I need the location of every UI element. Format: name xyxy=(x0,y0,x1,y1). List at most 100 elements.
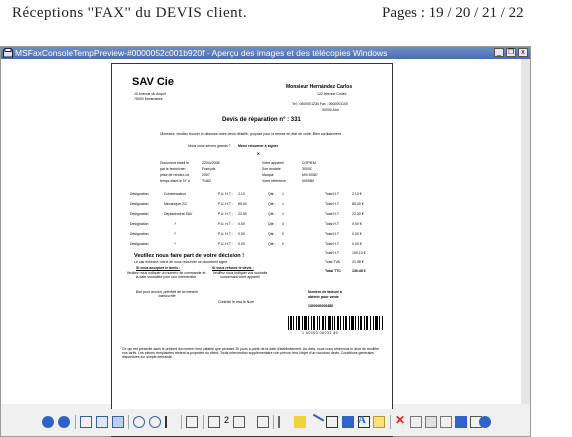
info-value: 22/04/2008 xyxy=(202,161,220,165)
restore-button[interactable]: ❐ xyxy=(506,48,516,57)
client-address: 122 Avenue Codex xyxy=(317,92,347,96)
window-title: MSFaxConsoleTempPreview-#0000052c001b920… xyxy=(15,48,388,58)
item-total-label: Total H.T xyxy=(325,232,340,236)
signature-note: Bon pour accord, précédé de la mention m… xyxy=(135,290,199,298)
page-title: Réceptions ''FAX'' du DEVIS client. xyxy=(12,5,248,21)
barcode xyxy=(288,316,383,330)
accept-label: Si vous acceptez le devis : xyxy=(136,266,181,270)
item-unit-price: 2.10 xyxy=(238,192,245,196)
item-qty: 0 xyxy=(282,232,284,236)
item-unit-label: P.U. H.T : xyxy=(218,212,233,216)
item-name: Déplacement SAV xyxy=(164,212,193,216)
info-label: par le technicien xyxy=(160,167,186,171)
item-qty-label: Qté : xyxy=(268,192,276,196)
fax-document: SAV Cie 10 Avenue du Acquit 75000 Montma… xyxy=(111,63,393,437)
filled-rectangle-icon[interactable] xyxy=(342,416,354,428)
next-page-icon[interactable] xyxy=(257,416,269,428)
item-qty: 1 xyxy=(282,212,284,216)
prev-page-icon[interactable] xyxy=(233,416,245,428)
pen-icon[interactable] xyxy=(278,416,290,428)
client-name: Monsieur Hernández Carlos xyxy=(286,84,353,90)
accept-text: Veuillez nous indiquer un numéro de comm… xyxy=(126,271,206,279)
client-city: 40000 Ahô xyxy=(322,108,339,112)
item-unit-price: 0.00 xyxy=(238,232,245,236)
zoom-in-icon[interactable] xyxy=(133,416,145,428)
info-value: COPIEM xyxy=(302,161,316,165)
item-designation: Désignation xyxy=(130,242,149,246)
tva-value: 21.38 € xyxy=(352,260,364,264)
copy-icon[interactable] xyxy=(410,416,422,428)
item-unit-price: 0.00 xyxy=(238,222,245,226)
image-canvas: SAV Cie 10 Avenue du Acquit 75000 Montma… xyxy=(1,59,530,437)
info-value: 0000B0 xyxy=(302,179,315,183)
vertical-scrollbar[interactable] xyxy=(521,59,530,404)
page-edit-icon[interactable] xyxy=(440,416,452,428)
viewer-toolbar: 2 A ✕ xyxy=(1,409,530,436)
actual-size-icon[interactable] xyxy=(96,416,108,428)
item-qty-label: Qté : xyxy=(268,212,276,216)
decision-subtitle: Le cas échéant, merci de nous retourner … xyxy=(134,260,228,264)
toolbar-separator xyxy=(203,415,204,429)
item-unit-label: P.U. H.T : xyxy=(218,242,233,246)
item-name: ? xyxy=(174,232,176,236)
item-unit-price: 22.00 xyxy=(238,212,247,216)
minimize-button[interactable]: _ xyxy=(494,48,504,57)
total-ht: 109.10 € xyxy=(352,251,366,255)
prev-image-icon[interactable] xyxy=(42,416,54,428)
item-designation: Désignation xyxy=(130,212,149,216)
item-unit-price: 0.00 xyxy=(238,242,245,246)
line-icon[interactable] xyxy=(307,413,325,431)
quote-intro: Monsieur, veuillez trouver ci-dessous no… xyxy=(160,132,342,136)
footer-terms: Ce qui est présenté dans le présent docu… xyxy=(122,347,380,360)
total-ht-label: Total H.T xyxy=(325,251,340,255)
item-qty-label: Qté : xyxy=(268,242,276,246)
toolbar-separator xyxy=(181,415,182,429)
slideshow-icon[interactable] xyxy=(112,416,124,428)
best-fit-icon[interactable] xyxy=(80,416,92,428)
info-value: T/462 xyxy=(202,179,211,183)
order-label: Numéro de facture à xyxy=(308,290,342,294)
page-select-icon[interactable] xyxy=(208,416,220,428)
order-sub: obtenir pour vente xyxy=(308,295,339,299)
text-icon[interactable]: A xyxy=(358,414,366,426)
print-icon[interactable] xyxy=(425,416,437,428)
fax-viewer-window: MSFaxConsoleTempPreview-#0000052c001b920… xyxy=(0,46,531,437)
item-unit-price: 85.00 xyxy=(238,202,247,206)
item-designation: Désignation xyxy=(130,222,149,226)
zoom-out-icon[interactable] xyxy=(149,416,161,428)
note-icon[interactable] xyxy=(373,416,385,428)
toolbar-separator xyxy=(273,415,274,429)
item-qty: 0 xyxy=(282,222,284,226)
highlighter-icon[interactable] xyxy=(294,416,306,428)
item-qty: 0 xyxy=(282,242,284,246)
save-icon[interactable] xyxy=(455,416,467,428)
arrow-icon[interactable] xyxy=(326,416,338,428)
refuse-label: Si vous refusez le devis : xyxy=(212,266,254,270)
next-image-icon[interactable] xyxy=(58,416,70,428)
item-qty-label: Qté : xyxy=(268,232,276,236)
select-icon[interactable] xyxy=(165,416,177,428)
item-name: ? xyxy=(174,242,176,246)
item-total: 0.00 € xyxy=(352,242,362,246)
info-label: prise de rendez-vd xyxy=(160,173,189,177)
decision-mark: X xyxy=(257,151,260,156)
close-button[interactable]: x xyxy=(518,48,528,57)
info-label: Document établi le xyxy=(160,161,189,165)
info-label: Votre référence xyxy=(262,179,286,183)
item-designation: Désignation xyxy=(130,202,149,206)
item-qty: 1 xyxy=(282,192,284,196)
item-total-label: Total H.T xyxy=(325,202,340,206)
info-label: Son modèle xyxy=(262,167,281,171)
item-total-label: Total H.T xyxy=(325,242,340,246)
rotate-icon[interactable] xyxy=(186,416,198,428)
item-qty-label: Qté : xyxy=(268,202,276,206)
delete-icon[interactable]: ✕ xyxy=(395,413,405,427)
window-titlebar[interactable]: MSFaxConsoleTempPreview-#0000052c001b920… xyxy=(1,47,530,59)
help-icon[interactable] xyxy=(479,416,491,428)
info-label: temps étant le N° d xyxy=(160,179,190,183)
item-name: Condensateur xyxy=(164,192,186,196)
page-numbers: Pages : 19 / 20 / 21 / 22 xyxy=(382,5,524,21)
control-note: Contrôlé le visa le Nom xyxy=(218,300,255,304)
tva-label: Total TVA xyxy=(325,260,340,264)
client-phone: Tel : 0600001234 Fax : 0600001100 xyxy=(292,102,348,106)
